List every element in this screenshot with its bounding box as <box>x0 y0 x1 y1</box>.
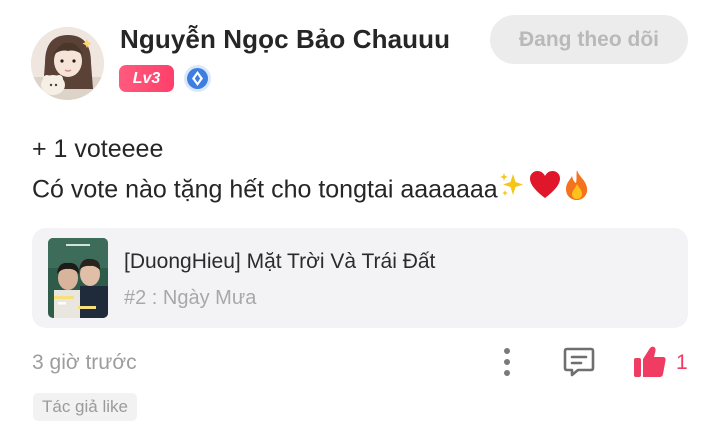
story-card[interactable]: [DuongHieu] Mặt Trời Và Trái Đất #2 : Ng… <box>32 228 688 328</box>
fire-icon <box>564 169 590 213</box>
author-like-tag: Tác giả like <box>33 393 137 421</box>
following-button[interactable]: Đang theo dõi <box>490 15 688 64</box>
post-line-1: + 1 voteeee <box>32 135 164 163</box>
avatar-image <box>31 27 104 100</box>
thumbs-up-icon <box>634 346 666 377</box>
level-badge: Lv3 <box>119 65 174 92</box>
post-line-2: Có vote nào tặng hết cho tongtai aaaaaaa <box>32 169 590 213</box>
post-content: + 1 voteeee Có vote nào tặng hết cho ton… <box>32 129 590 213</box>
comment-button[interactable] <box>562 345 596 379</box>
story-chapter: #2 : Ngày Mưa <box>124 287 257 309</box>
heart-icon <box>529 170 561 212</box>
like-button[interactable]: 1 <box>632 344 690 380</box>
author-badge-icon <box>183 64 212 93</box>
story-title: [DuongHieu] Mặt Trời Và Trái Đất <box>124 250 436 273</box>
post-timestamp: 3 giờ trước <box>32 351 137 374</box>
story-cover-image <box>48 238 108 318</box>
sparkles-icon <box>498 171 526 211</box>
more-vertical-icon <box>504 348 510 376</box>
like-count: 1 <box>676 351 688 374</box>
username[interactable]: Nguyễn Ngọc Bảo Chauuu <box>120 24 450 55</box>
comment-icon <box>563 347 595 377</box>
more-options-button[interactable] <box>496 346 518 378</box>
user-avatar[interactable] <box>31 27 104 100</box>
post-line-2-text: Có vote nào tặng hết cho tongtai aaaaaaa <box>32 175 498 204</box>
